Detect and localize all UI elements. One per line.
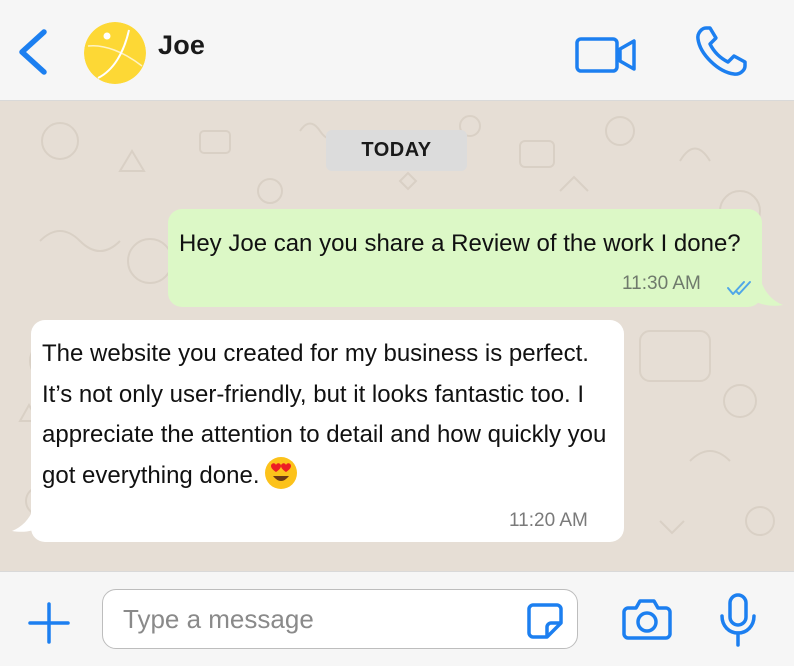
video-call-button[interactable] [574, 36, 638, 74]
chat-header: Joe [0, 0, 794, 101]
back-button[interactable] [14, 24, 54, 80]
message-input[interactable] [123, 600, 503, 638]
camera-icon [622, 599, 672, 640]
composer-bar [0, 571, 794, 666]
avatar-image [84, 22, 146, 84]
message-text: The website you created for my business … [42, 340, 607, 489]
message-field[interactable] [102, 589, 578, 649]
double-check-icon [727, 281, 751, 295]
sticker-button[interactable] [525, 601, 565, 641]
chat-screen: Joe TODAY Hey Joe can you share a Review… [0, 0, 794, 666]
microphone-icon [720, 593, 756, 647]
contact-name[interactable]: Joe [158, 30, 205, 61]
message-time: 11:30 AM [622, 273, 701, 294]
message-text-container: The website you created for my business … [42, 334, 618, 496]
chevron-left-icon [19, 29, 47, 75]
plus-icon [28, 602, 70, 644]
date-separator: TODAY [326, 130, 467, 171]
chat-area[interactable]: TODAY Hey Joe can you share a Review of … [0, 101, 794, 571]
camera-button[interactable] [622, 596, 672, 642]
voice-call-button[interactable] [692, 24, 750, 80]
phone-icon [696, 26, 747, 76]
message-text: Hey Joe can you share a Review of the wo… [179, 230, 741, 257]
avatar[interactable] [84, 22, 146, 84]
outgoing-message[interactable]: Hey Joe can you share a Review of the wo… [168, 209, 762, 307]
attach-button[interactable] [26, 600, 72, 646]
heart-eyes-emoji [264, 456, 297, 489]
voice-message-button[interactable] [718, 592, 758, 648]
sticker-icon [527, 603, 563, 639]
incoming-message[interactable]: The website you created for my business … [31, 320, 624, 542]
video-camera-icon [575, 37, 636, 73]
message-time: 11:20 AM [509, 510, 588, 531]
